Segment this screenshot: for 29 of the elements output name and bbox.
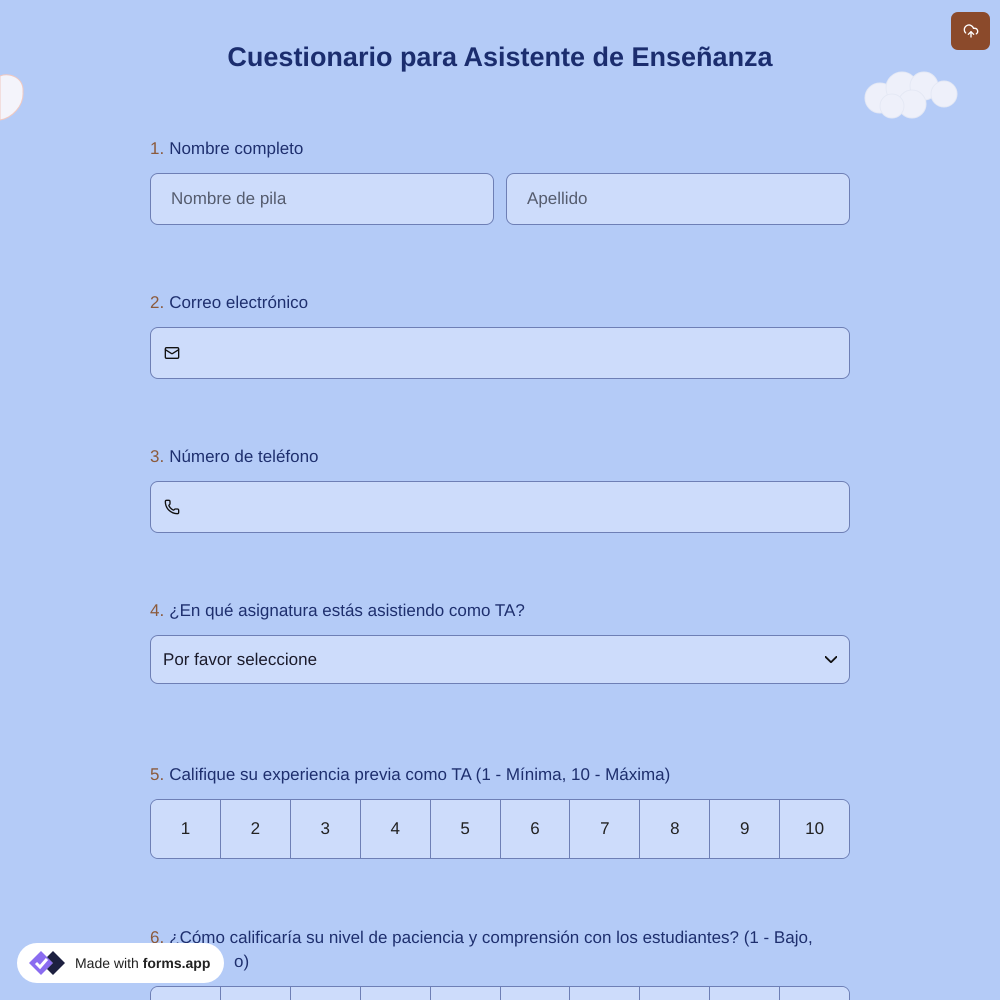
rating-option[interactable]: 7 — [570, 800, 640, 858]
cloud-drawing — [0, 72, 24, 122]
question-label: o) — [234, 951, 250, 973]
input-field[interactable]: Nombre de pila — [150, 173, 494, 225]
input-field[interactable] — [150, 481, 850, 533]
upload-button[interactable] — [951, 12, 990, 50]
rating-option[interactable]: 4 — [360, 800, 431, 858]
question-label: 5. Califique su experiencia previa como TA (1 - Mínima, 10 - Máxima) — [150, 764, 672, 786]
question-label: 3. Número de teléfono — [150, 446, 320, 468]
form-title: Cuestionario para Asistente de Enseñanza — [226, 42, 774, 73]
question-label: 2. Correo electrónico — [150, 292, 310, 314]
made-with-badge[interactable]: Made with forms.app — [17, 943, 224, 983]
rating-option[interactable]: 9 — [710, 800, 780, 858]
question-label: 4. ¿En qué asignatura estás asistiendo como TA? — [150, 600, 526, 622]
select-field[interactable]: Por favor seleccione — [150, 635, 850, 684]
rating-option[interactable]: 1 — [151, 800, 221, 858]
phone-icon — [164, 499, 180, 515]
rating-option[interactable]: 3 — [290, 800, 361, 858]
input-field[interactable] — [150, 327, 850, 379]
rating-option[interactable]: 10 — [780, 800, 849, 858]
rating-option[interactable]: 5 — [430, 800, 501, 858]
rating-option[interactable]: 8 — [640, 800, 710, 858]
chevron-down-icon — [825, 656, 837, 663]
mail-icon — [164, 345, 180, 361]
cloud-upload-icon — [962, 23, 978, 39]
rating-option[interactable]: 6 — [500, 800, 570, 858]
question-label: 1. Nombre completo — [150, 138, 304, 160]
input-field[interactable]: Apellido — [506, 173, 850, 225]
rating-option[interactable]: 2 — [220, 800, 291, 858]
